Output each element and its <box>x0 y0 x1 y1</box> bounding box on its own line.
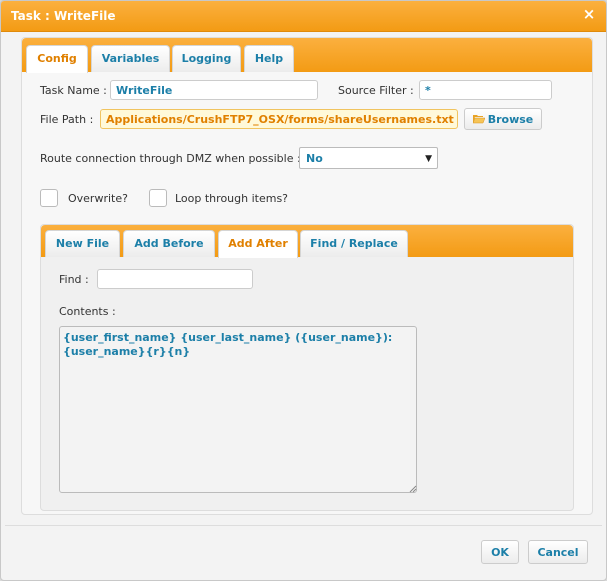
dialog-title: Task : WriteFile <box>11 9 116 23</box>
source-filter-input[interactable]: * <box>419 80 552 100</box>
chevron-down-icon: ▼ <box>425 154 432 164</box>
dialog-titlebar[interactable]: Task : WriteFile × <box>1 1 606 32</box>
loop-items-checkbox[interactable] <box>149 189 167 207</box>
ok-button[interactable]: OK <box>481 540 519 564</box>
contents-textarea[interactable]: {user_first_name} {user_last_name} ({use… <box>59 326 417 493</box>
file-path-label: File Path : <box>40 113 94 126</box>
footer-divider <box>5 525 602 526</box>
find-label: Find : <box>59 273 89 286</box>
tab-config[interactable]: Config <box>26 45 88 73</box>
dmz-label: Route connection through DMZ when possib… <box>40 152 301 165</box>
browse-button[interactable]: Browse <box>464 108 542 130</box>
tab-add-before[interactable]: Add Before <box>123 230 215 257</box>
dmz-select[interactable]: No ▼ <box>299 147 438 169</box>
source-filter-label: Source Filter : <box>338 84 414 97</box>
tab-variables[interactable]: Variables <box>91 45 170 72</box>
overwrite-label: Overwrite? <box>68 192 128 205</box>
overwrite-checkbox[interactable] <box>40 189 58 207</box>
contents-label: Contents : <box>59 305 116 318</box>
write-mode-panel: New File Add Before Add After Find / Rep… <box>40 224 574 511</box>
close-icon[interactable]: × <box>582 7 596 22</box>
folder-open-icon <box>472 115 486 124</box>
dmz-select-value: No <box>306 152 323 165</box>
browse-label: Browse <box>487 113 534 126</box>
task-dialog: Task : WriteFile × Config Variables Logg… <box>0 0 607 581</box>
resize-grip-icon[interactable] <box>408 484 417 493</box>
loop-items-label: Loop through items? <box>175 192 289 205</box>
cancel-button[interactable]: Cancel <box>528 540 588 564</box>
write-mode-tabbar: New File Add Before Add After Find / Rep… <box>41 225 573 258</box>
task-name-input[interactable]: WriteFile <box>110 80 318 100</box>
tab-help[interactable]: Help <box>244 45 294 72</box>
file-path-input[interactable]: Applications/CrushFTP7_OSX/forms/shareUs… <box>100 109 458 129</box>
find-input[interactable] <box>97 269 253 289</box>
task-name-label: Task Name : <box>40 84 107 97</box>
config-panel: Config Variables Logging Help Task Name … <box>21 37 593 515</box>
main-tabbar: Config Variables Logging Help <box>22 38 592 73</box>
tab-find-replace[interactable]: Find / Replace <box>300 230 408 257</box>
tab-new-file[interactable]: New File <box>45 230 120 257</box>
tab-add-after[interactable]: Add After <box>218 230 298 258</box>
tab-logging[interactable]: Logging <box>172 45 241 72</box>
